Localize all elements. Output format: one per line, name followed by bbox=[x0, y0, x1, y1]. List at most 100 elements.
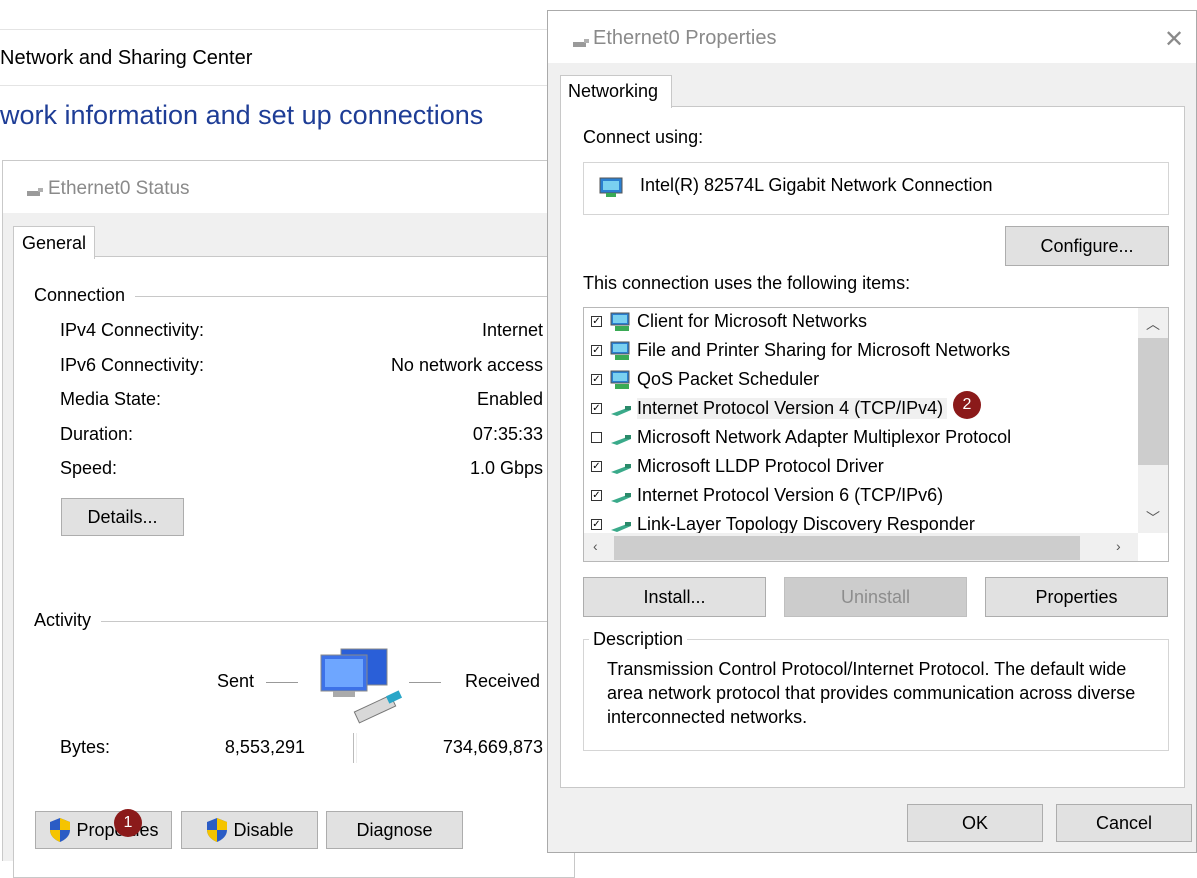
tab-general[interactable]: General bbox=[13, 226, 95, 259]
properties-dialog: Ethernet0 Properties ✕ Networking Connec… bbox=[547, 10, 1197, 853]
horizontal-scroll-thumb[interactable] bbox=[614, 536, 1080, 560]
item-label: QoS Packet Scheduler bbox=[637, 369, 820, 389]
divider bbox=[0, 85, 560, 86]
network-protocol-icon bbox=[611, 464, 631, 474]
ipv6-label: IPv6 Connectivity: bbox=[60, 355, 205, 375]
duration-value: 07:35:33 bbox=[472, 424, 543, 444]
list-item[interactable]: ✓ Internet Protocol Version 6 (TCP/IPv6) bbox=[584, 482, 1136, 510]
items-label: This connection uses the following items… bbox=[583, 273, 911, 293]
list-item[interactable]: ✓ Microsoft LLDP Protocol Driver bbox=[584, 453, 1136, 481]
tab-networking[interactable]: Networking bbox=[560, 75, 672, 108]
sent-line bbox=[266, 682, 298, 683]
item-checkbox[interactable]: ✓ bbox=[591, 461, 602, 472]
item-checkbox[interactable]: ✓ bbox=[591, 316, 602, 327]
item-label: Client for Microsoft Networks bbox=[637, 311, 868, 331]
disable-button-label: Disable bbox=[233, 819, 294, 840]
disable-button[interactable]: Disable bbox=[181, 811, 318, 849]
status-window: Ethernet0 Status General Connection IPv4… bbox=[2, 160, 575, 878]
scroll-left-icon[interactable]: ‹ bbox=[593, 538, 598, 554]
network-adapter-icon bbox=[27, 188, 43, 196]
title-bar[interactable]: Ethernet0 Status bbox=[3, 161, 563, 213]
scroll-up-icon[interactable]: ︿ bbox=[1146, 314, 1160, 334]
list-item[interactable]: ✓ Client for Microsoft Networks bbox=[584, 308, 1136, 336]
item-label: Internet Protocol Version 4 (TCP/IPv4) bbox=[637, 398, 948, 419]
configure-button[interactable]: Configure... bbox=[1005, 226, 1169, 266]
item-label: Link-Layer Topology Discovery Responder bbox=[637, 514, 975, 534]
bytes-label: Bytes: bbox=[60, 737, 111, 757]
items-list[interactable]: ✓ Client for Microsoft Networks ✓ File a… bbox=[583, 307, 1169, 562]
item-checkbox[interactable]: ✓ bbox=[591, 490, 602, 501]
group-divider bbox=[34, 621, 554, 622]
network-service-icon bbox=[610, 341, 630, 360]
list-item[interactable]: Microsoft Network Adapter Multiplexor Pr… bbox=[584, 424, 1136, 452]
tab-panel: Connection IPv4 Connectivity: Internet I… bbox=[13, 256, 575, 878]
network-adapter-icon bbox=[599, 177, 623, 197]
received-line bbox=[409, 682, 441, 683]
ipv4-value: Internet bbox=[481, 320, 543, 340]
scroll-right-icon[interactable]: › bbox=[1116, 538, 1121, 554]
bytes-sent-value: 8,553,291 bbox=[224, 737, 305, 757]
close-icon[interactable]: ✕ bbox=[1164, 25, 1184, 54]
ipv6-value: No network access bbox=[390, 355, 543, 375]
install-button[interactable]: Install... bbox=[583, 577, 766, 617]
adapter-field: Intel(R) 82574L Gigabit Network Connecti… bbox=[583, 162, 1169, 215]
item-checkbox-unchecked[interactable] bbox=[591, 432, 602, 443]
media-state-value: Enabled bbox=[476, 389, 543, 409]
uac-shield-icon bbox=[207, 818, 228, 842]
network-adapter-icon bbox=[573, 39, 589, 47]
adapter-name: Intel(R) 82574L Gigabit Network Connecti… bbox=[640, 175, 993, 195]
item-label: Microsoft Network Adapter Multiplexor Pr… bbox=[637, 427, 1012, 447]
duration-label: Duration: bbox=[60, 424, 134, 444]
connection-group-label: Connection bbox=[34, 285, 136, 306]
sent-label: Sent bbox=[217, 671, 255, 691]
received-label: Received bbox=[465, 671, 541, 691]
item-label: Internet Protocol Version 6 (TCP/IPv6) bbox=[637, 485, 944, 505]
network-protocol-icon bbox=[611, 493, 631, 503]
vertical-scroll-thumb[interactable] bbox=[1138, 338, 1168, 465]
connect-using-label: Connect using: bbox=[583, 127, 704, 147]
network-computers-icon bbox=[320, 648, 403, 724]
network-protocol-icon bbox=[611, 406, 631, 416]
ok-button[interactable]: OK bbox=[907, 804, 1043, 842]
list-item-selected[interactable]: ✓ Internet Protocol Version 4 (TCP/IPv4) bbox=[584, 395, 1136, 423]
item-label: Microsoft LLDP Protocol Driver bbox=[637, 456, 884, 476]
tab-panel: Connect using: Intel(R) 82574L Gigabit N… bbox=[560, 106, 1185, 788]
item-properties-button[interactable]: Properties bbox=[985, 577, 1168, 617]
list-item[interactable]: ✓ QoS Packet Scheduler bbox=[584, 366, 1136, 394]
ipv4-label: IPv4 Connectivity: bbox=[60, 320, 205, 340]
tab-label: Networking bbox=[568, 81, 659, 101]
step-badge: 2 bbox=[953, 391, 981, 419]
page-heading: work information and set up connections bbox=[0, 100, 484, 130]
network-protocol-icon bbox=[611, 435, 631, 445]
bytes-divider bbox=[353, 733, 357, 763]
item-checkbox[interactable]: ✓ bbox=[591, 345, 602, 356]
scroll-down-icon[interactable]: ﹀ bbox=[1146, 508, 1160, 528]
tab-label: General bbox=[22, 233, 87, 253]
dialog-title: Ethernet0 Properties bbox=[593, 27, 777, 49]
divider bbox=[0, 29, 560, 30]
uninstall-button[interactable]: Uninstall bbox=[784, 577, 967, 617]
network-client-icon bbox=[610, 312, 630, 331]
details-button[interactable]: Details... bbox=[61, 498, 184, 536]
item-checkbox[interactable]: ✓ bbox=[591, 374, 602, 385]
item-label: File and Printer Sharing for Microsoft N… bbox=[637, 340, 1011, 360]
uac-shield-icon bbox=[50, 818, 71, 842]
item-checkbox[interactable]: ✓ bbox=[591, 519, 602, 530]
title-bar[interactable]: Ethernet0 Properties ✕ bbox=[548, 11, 1196, 63]
bytes-received-value: 734,669,873 bbox=[442, 737, 543, 757]
window-title: Ethernet0 Status bbox=[48, 178, 190, 199]
diagnose-button[interactable]: Diagnose bbox=[326, 811, 463, 849]
item-checkbox[interactable]: ✓ bbox=[591, 403, 602, 414]
activity-group-label: Activity bbox=[34, 610, 102, 631]
description-label: Description bbox=[589, 629, 688, 650]
speed-value: 1.0 Gbps bbox=[469, 458, 543, 478]
media-state-label: Media State: bbox=[60, 389, 162, 409]
network-service-icon bbox=[610, 370, 630, 389]
properties-button[interactable]: Properties bbox=[35, 811, 172, 849]
step-badge: 1 bbox=[114, 809, 142, 837]
list-item[interactable]: ✓ File and Printer Sharing for Microsoft… bbox=[584, 337, 1136, 365]
description-text: Transmission Control Protocol/Internet P… bbox=[607, 659, 1136, 727]
window-title: Network and Sharing Center bbox=[0, 47, 253, 69]
cancel-button[interactable]: Cancel bbox=[1056, 804, 1192, 842]
speed-label: Speed: bbox=[60, 458, 118, 478]
